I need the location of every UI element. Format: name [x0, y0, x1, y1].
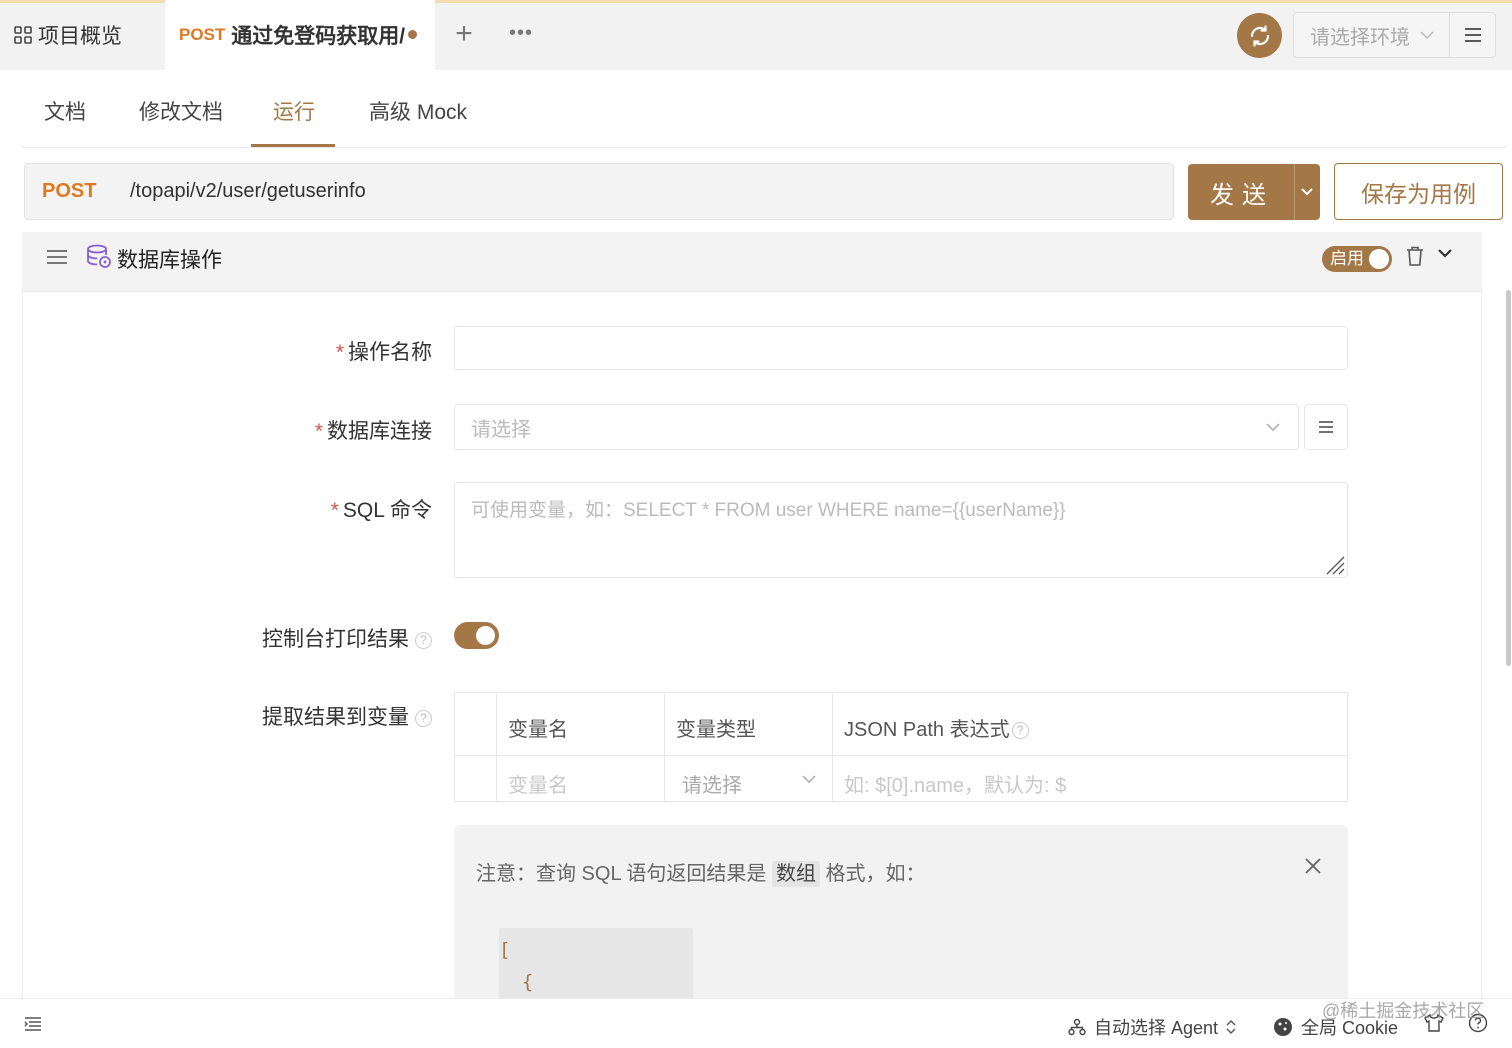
sync-icon: [1250, 24, 1269, 47]
url-bar[interactable]: POST /topapi/v2/user/getuserinfo: [24, 163, 1174, 220]
tab-project-overview[interactable]: 项目概览: [0, 0, 165, 70]
note-text: 注意：查询 SQL 语句返回结果是 数组 格式，如：: [476, 861, 926, 887]
panel-header: [22, 232, 1482, 292]
grid-icon: [14, 26, 32, 44]
chevron-down-icon[interactable]: [1301, 188, 1313, 196]
hamburger-icon: [1319, 421, 1333, 433]
tab-active-title: 通过免登码获取用/: [231, 25, 406, 48]
tab-method-badge: POST: [179, 25, 226, 44]
chevron-down-icon: [1420, 31, 1434, 40]
resize-handle-icon[interactable]: [1325, 555, 1345, 575]
db-conn-select[interactable]: 请选择: [454, 404, 1299, 450]
op-name-label: * 操作名称: [335, 341, 432, 364]
varname-input[interactable]: 变量名: [508, 769, 568, 798]
console-print-label: 控制台打印结果?: [262, 623, 432, 653]
unsaved-dot: [408, 30, 417, 39]
tab-project-overview-label: 项目概览: [38, 25, 122, 48]
hamburger-icon: [1464, 28, 1481, 42]
table-header-jsonpath: JSON Path 表达式?: [844, 713, 1029, 742]
environment-select[interactable]: 请选择环境: [1293, 12, 1450, 58]
extract-vars-label: 提取结果到变量?: [262, 701, 432, 731]
op-name-input[interactable]: [454, 326, 1348, 370]
table-header-vartype: 变量类型: [676, 719, 756, 741]
help-icon[interactable]: ?: [415, 631, 432, 649]
enable-toggle-label: 启用: [1330, 249, 1364, 268]
agent-label: 自动选择 Agent: [1094, 1018, 1219, 1038]
active-tab-indicator: [251, 144, 335, 147]
table-drag-column: [455, 693, 497, 801]
vartype-select[interactable]: 请选择: [682, 769, 742, 798]
plus-icon[interactable]: +: [452, 19, 476, 50]
db-conn-menu-button[interactable]: [1304, 404, 1348, 450]
toggle-knob: [1369, 249, 1389, 269]
help-icon[interactable]: ?: [1011, 722, 1029, 740]
send-divider: [1294, 164, 1295, 220]
tab-edit-docs[interactable]: 修改文档: [139, 96, 223, 126]
save-as-case-button[interactable]: 保存为用例: [1334, 163, 1503, 220]
agent-select[interactable]: 自动选择 Agent: [1068, 1014, 1244, 1040]
tab-active-request[interactable]: POST 通过免登码获取用/: [165, 0, 435, 70]
db-conn-placeholder: 请选择: [471, 418, 531, 441]
request-path-input[interactable]: /topapi/v2/user/getuserinfo: [130, 180, 366, 203]
note-keyword: 数组: [771, 861, 820, 887]
table-header-varname: 变量名: [508, 719, 568, 741]
switch-knob: [476, 626, 495, 645]
status-bar: 自动选择 Agent 全局 Cookie: [0, 998, 1512, 1048]
db-conn-label: * 数据库连接: [314, 420, 432, 443]
sql-textarea[interactable]: 可使用变量，如：SELECT * FROM user WHERE name={{…: [454, 482, 1348, 578]
ellipsis-icon[interactable]: •••: [508, 22, 534, 46]
cookie-icon: [1274, 1018, 1292, 1036]
sync-button[interactable]: [1237, 13, 1282, 58]
chevron-down-icon: [1266, 423, 1280, 432]
scrollbar-thumb[interactable]: [1506, 290, 1511, 666]
panel-title: 数据库操作: [117, 249, 222, 272]
tab-advanced-mock[interactable]: 高级 Mock: [369, 96, 467, 126]
environment-menu-button[interactable]: [1450, 12, 1496, 58]
send-button-label: 发送: [1210, 181, 1274, 209]
watermark: @稀土掘金技术社区: [1322, 1001, 1485, 1021]
agent-icon: [1068, 1018, 1086, 1036]
outline-toggle-icon[interactable]: [24, 1016, 42, 1032]
trash-icon[interactable]: [1404, 245, 1426, 267]
environment-placeholder: 请选择环境: [1310, 26, 1410, 49]
jsonpath-input[interactable]: 如: $[0].name，默认为: $: [844, 769, 1066, 798]
chevron-down-icon: [802, 775, 816, 784]
close-icon[interactable]: [1304, 857, 1322, 875]
database-icon: [87, 244, 111, 268]
sub-tab-bar: 文档 修改文档 运行 高级 Mock: [22, 72, 1506, 148]
tab-docs[interactable]: 文档: [44, 96, 86, 126]
sql-placeholder: 可使用变量，如：SELECT * FROM user WHERE name={{…: [471, 500, 1066, 521]
sql-result-note: 注意：查询 SQL 语句返回结果是 数组 格式，如： [ { "id": 1: [454, 825, 1348, 1025]
sort-icon: [1226, 1020, 1236, 1034]
request-method[interactable]: POST: [42, 180, 130, 203]
variables-table: 变量名 变量类型 JSON Path 表达式? 变量名 请选择 如: $[0].…: [454, 692, 1348, 802]
drag-handle-icon[interactable]: [46, 248, 68, 266]
sql-label: * SQL 命令: [330, 499, 432, 522]
chevron-down-icon[interactable]: [1437, 248, 1453, 260]
tab-run[interactable]: 运行: [273, 96, 315, 126]
help-icon[interactable]: ?: [415, 709, 432, 727]
send-button[interactable]: 发送: [1188, 164, 1320, 220]
enable-toggle[interactable]: 启用: [1322, 246, 1392, 272]
console-print-switch[interactable]: [454, 622, 499, 649]
